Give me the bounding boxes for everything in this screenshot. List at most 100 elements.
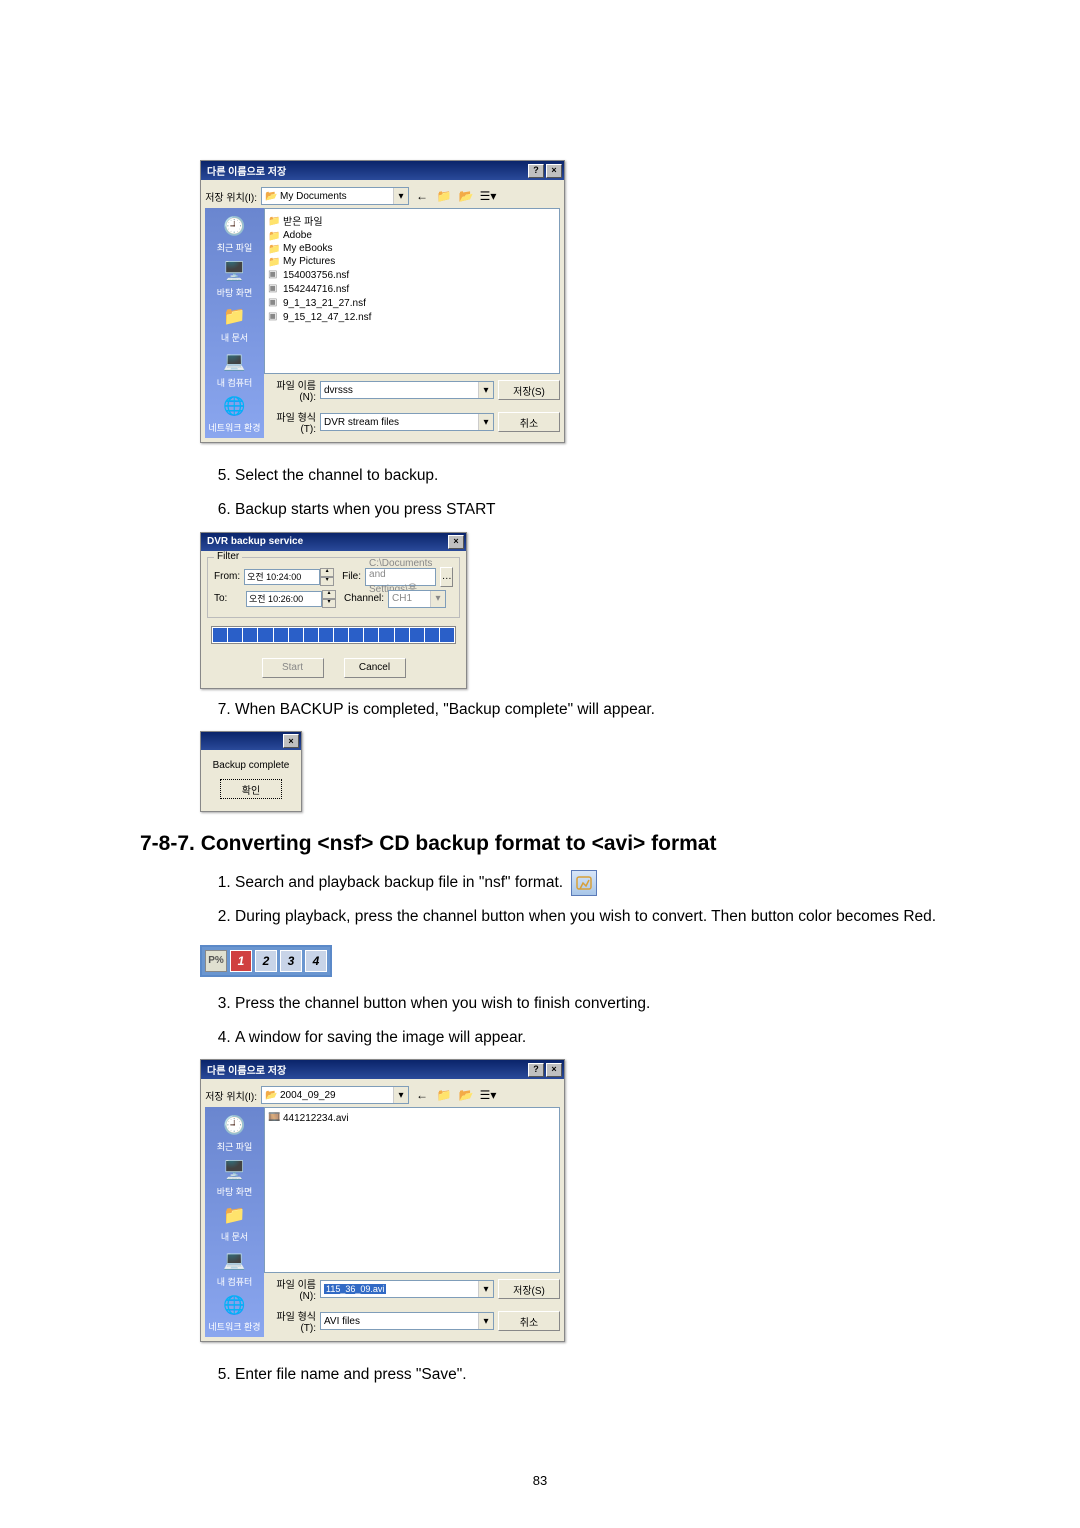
backup-complete-dialog: × Backup complete 확인	[200, 731, 302, 812]
close-button[interactable]: ×	[546, 1063, 562, 1077]
close-button[interactable]: ×	[448, 535, 464, 549]
file-list[interactable]: 🎞️441212234.avi	[264, 1107, 560, 1273]
list-item[interactable]: ▣9_1_13_21_27.nsf	[268, 296, 556, 310]
cancel-button[interactable]: Cancel	[344, 658, 406, 678]
convert-step-2: During playback, press the channel butto…	[235, 904, 940, 930]
cancel-button[interactable]: 취소	[498, 412, 560, 432]
channel-label: Channel:	[344, 593, 384, 604]
chevron-down-icon: ▾	[393, 1087, 408, 1103]
filter-legend: Filter	[214, 551, 242, 562]
help-button[interactable]: ?	[528, 1063, 544, 1077]
window-title: 다른 이름으로 저장	[207, 1062, 286, 1077]
list-item[interactable]: 📁Adobe	[268, 229, 556, 242]
back-icon[interactable]: ←	[413, 187, 431, 205]
view-menu-icon[interactable]: ☰▾	[479, 1086, 497, 1104]
message-text: Backup complete	[209, 760, 293, 771]
save-button[interactable]: 저장(S)	[498, 380, 560, 400]
dvr-backup-service-dialog: DVR backup service × Filter From: 오전 10:…	[200, 532, 467, 689]
new-folder-icon[interactable]: 📂	[457, 1086, 475, 1104]
folder-icon: 📁	[268, 244, 280, 254]
filetype-dropdown[interactable]: DVR stream files▾	[320, 413, 494, 431]
spin-down-icon[interactable]: ▾	[320, 577, 334, 586]
nav-network[interactable]: 🌐네트워크 환경	[208, 392, 260, 434]
channel-logo-icon: P%	[205, 950, 227, 972]
window-title: 다른 이름으로 저장	[207, 163, 286, 178]
channel-3-button[interactable]: 3	[280, 950, 302, 972]
desktop-icon: 🖥️	[221, 257, 249, 285]
window-title: DVR backup service	[207, 536, 303, 547]
nav-mycomputer[interactable]: 💻내 컴퓨터	[217, 1246, 253, 1288]
up-folder-icon[interactable]: 📁	[435, 1086, 453, 1104]
list-item[interactable]: ▣154003756.nsf	[268, 268, 556, 282]
playback-search-icon	[571, 870, 597, 896]
nsf-file-icon: ▣	[268, 311, 280, 323]
spin-down-icon[interactable]: ▾	[322, 599, 336, 608]
save-dialog-2: 다른 이름으로 저장 ? × 저장 위치(I): 📂 2004_09_29 ▾ …	[200, 1059, 565, 1342]
list-item[interactable]: 📁My Pictures	[268, 255, 556, 268]
chevron-down-icon: ▾	[478, 414, 493, 430]
filename-label: 파일 이름(N):	[264, 377, 316, 403]
channel-1-button[interactable]: 1	[230, 950, 252, 972]
progress-bar	[211, 626, 456, 644]
view-menu-icon[interactable]: ☰▾	[479, 187, 497, 205]
close-button[interactable]: ×	[283, 734, 299, 748]
documents-icon: 📁	[221, 1201, 249, 1229]
network-icon: 🌐	[221, 392, 249, 420]
ok-button[interactable]: 확인	[220, 779, 282, 799]
list-item[interactable]: ▣154244716.nsf	[268, 282, 556, 296]
recent-icon: 🕘	[221, 212, 249, 240]
lookin-dropdown[interactable]: 📂 2004_09_29 ▾	[261, 1086, 409, 1104]
nsf-file-icon: ▣	[268, 283, 280, 295]
save-button[interactable]: 저장(S)	[498, 1279, 560, 1299]
desktop-icon: 🖥️	[221, 1156, 249, 1184]
browse-button[interactable]: …	[440, 567, 453, 587]
convert-step-4: A window for saving the image will appea…	[235, 1025, 940, 1051]
list-item[interactable]: ▣9_15_12_47_12.nsf	[268, 310, 556, 324]
channel-4-button[interactable]: 4	[305, 950, 327, 972]
start-button[interactable]: Start	[262, 658, 324, 678]
folder-icon: 📁	[268, 216, 280, 226]
file-list[interactable]: 📁받은 파일 📁Adobe 📁My eBooks 📁My Pictures ▣1…	[264, 208, 560, 374]
computer-icon: 💻	[221, 1246, 249, 1274]
avi-file-icon: 🎞️	[268, 1112, 280, 1124]
nav-recent[interactable]: 🕘최근 파일	[217, 212, 253, 254]
nav-network[interactable]: 🌐네트워크 환경	[208, 1291, 260, 1333]
to-spinner[interactable]: 오전 10:26:00 ▴▾	[246, 590, 336, 608]
step-5: Select the channel to backup.	[235, 463, 940, 489]
new-folder-icon[interactable]: 📂	[457, 187, 475, 205]
section-heading: 7-8-7. Converting <nsf> CD backup format…	[140, 832, 940, 856]
nav-mydocs[interactable]: 📁내 문서	[221, 1201, 249, 1243]
close-button[interactable]: ×	[546, 164, 562, 178]
filename-input[interactable]: 115_36_09.avi▾	[320, 1280, 494, 1298]
lookin-dropdown[interactable]: 📂 My Documents ▾	[261, 187, 409, 205]
spin-up-icon[interactable]: ▴	[322, 590, 336, 599]
nav-desktop[interactable]: 🖥️바탕 화면	[217, 257, 253, 299]
back-icon[interactable]: ←	[413, 1086, 431, 1104]
list-item[interactable]: 📁받은 파일	[268, 212, 556, 229]
chevron-down-icon: ▾	[393, 188, 408, 204]
channel-dropdown[interactable]: CH1 ▾	[388, 590, 446, 608]
filetype-label: 파일 형식(T):	[264, 1308, 316, 1334]
nsf-file-icon: ▣	[268, 297, 280, 309]
step-7: When BACKUP is completed, "Backup comple…	[235, 697, 940, 723]
folder-icon: 📁	[268, 257, 280, 267]
lookin-label: 저장 위치(I):	[205, 1088, 257, 1103]
filetype-label: 파일 형식(T):	[264, 409, 316, 435]
help-button[interactable]: ?	[528, 164, 544, 178]
from-spinner[interactable]: 오전 10:24:00 ▴▾	[244, 568, 334, 586]
filename-input[interactable]: dvrsss▾	[320, 381, 494, 399]
list-item[interactable]: 🎞️441212234.avi	[268, 1111, 556, 1125]
nav-mydocs[interactable]: 📁내 문서	[221, 302, 249, 344]
cancel-button[interactable]: 취소	[498, 1311, 560, 1331]
up-folder-icon[interactable]: 📁	[435, 187, 453, 205]
channel-2-button[interactable]: 2	[255, 950, 277, 972]
file-path-input[interactable]: C:\Documents and Settings\용	[365, 568, 436, 586]
chevron-down-icon: ▾	[430, 591, 445, 607]
filetype-dropdown[interactable]: AVI files▾	[320, 1312, 494, 1330]
spin-up-icon[interactable]: ▴	[320, 568, 334, 577]
convert-step-3: Press the channel button when you wish t…	[235, 991, 940, 1017]
nav-desktop[interactable]: 🖥️바탕 화면	[217, 1156, 253, 1198]
nav-mycomputer[interactable]: 💻내 컴퓨터	[217, 347, 253, 389]
list-item[interactable]: 📁My eBooks	[268, 242, 556, 255]
nav-recent[interactable]: 🕘최근 파일	[217, 1111, 253, 1153]
